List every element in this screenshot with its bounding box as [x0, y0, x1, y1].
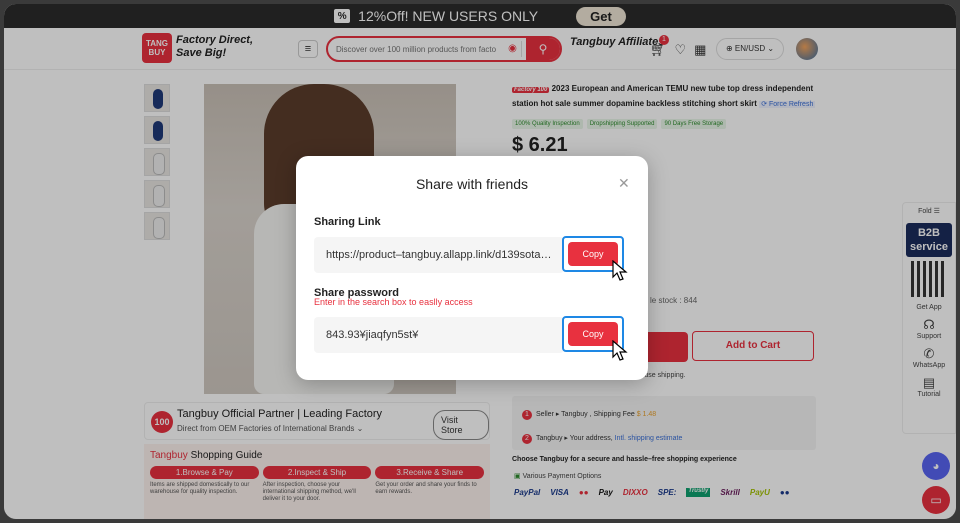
mouse-cursor-icon [612, 340, 628, 361]
app-window: % 12%Off! NEW USERS ONLY Get TANG BUY Fa… [4, 4, 956, 519]
modal-title: Share with friends [415, 176, 529, 192]
close-icon[interactable]: ✕ [618, 175, 630, 192]
share-password-hint: Enter in the search box to easlly access [314, 297, 473, 307]
copy-link-button[interactable]: Copy [568, 242, 618, 266]
share-password-field[interactable]: 843.93¥jiaqfyn5st¥ [314, 317, 564, 353]
sharing-link-field[interactable]: https://product–tangbuy.allapp.link/d139… [314, 237, 564, 273]
sharing-link-label: Sharing Link [314, 216, 381, 228]
share-modal: Share with friends ✕ Sharing Link https:… [296, 156, 648, 380]
mouse-cursor-icon [612, 260, 628, 281]
copy-password-button[interactable]: Copy [568, 322, 618, 346]
